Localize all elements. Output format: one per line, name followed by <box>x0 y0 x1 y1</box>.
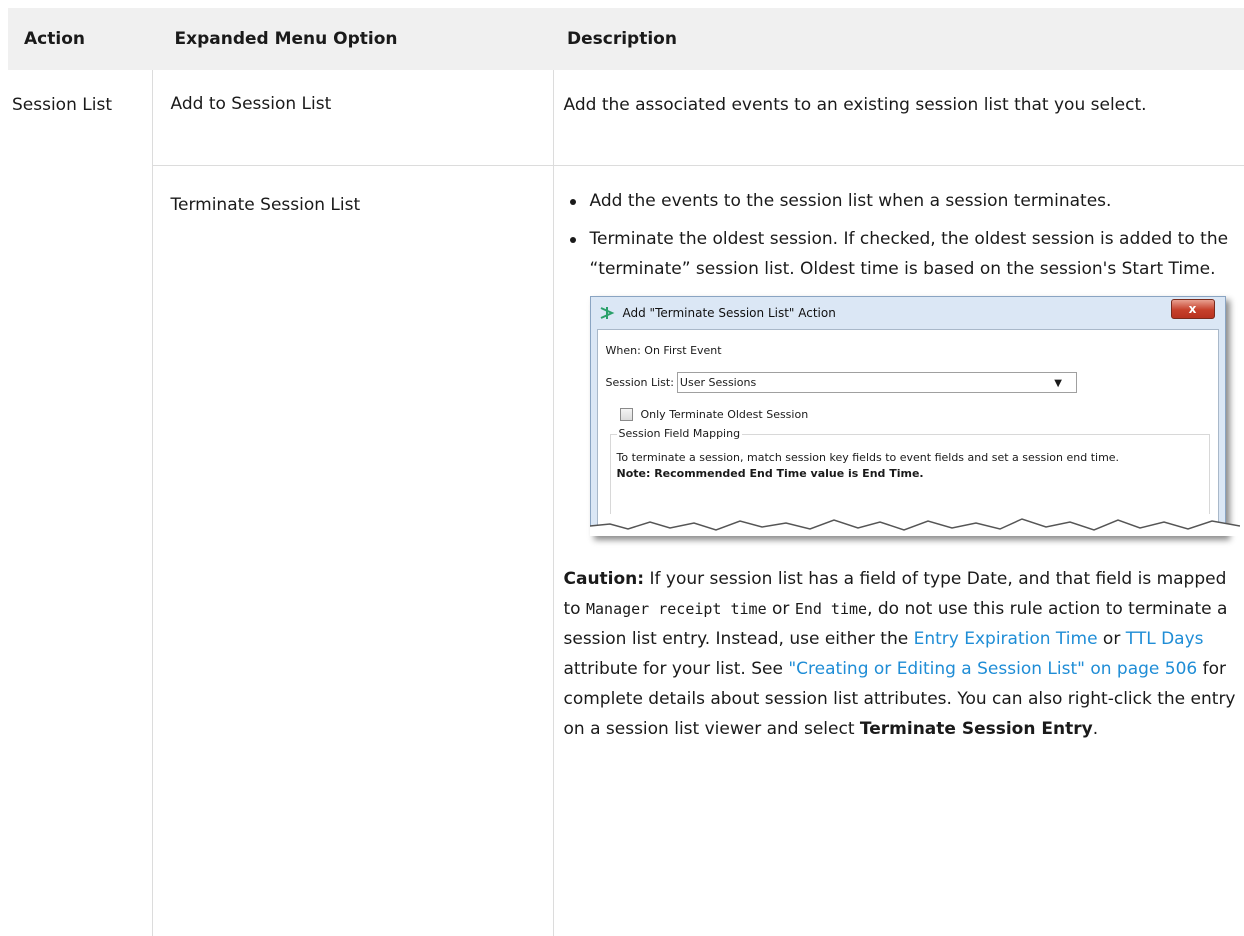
list-item: Terminate the oldest session. If checked… <box>569 224 1237 284</box>
header-expanded-menu-option: Expanded Menu Option <box>151 8 553 70</box>
actions-table: Action Expanded Menu Option Description … <box>8 8 1244 936</box>
description-cell: Add the associated events to an existing… <box>553 70 1244 166</box>
close-icon[interactable]: x <box>1170 298 1215 319</box>
option-name: Add to Session List <box>170 94 332 114</box>
header-description: Description <box>553 8 1244 70</box>
list-item: Add the events to the session list when … <box>569 186 1237 216</box>
session-list-select[interactable]: User Sessions ▼ <box>676 372 1077 393</box>
group-text: To terminate a session, match session ke… <box>616 450 1120 464</box>
bullet-list: Add the events to the session list when … <box>564 186 1237 284</box>
torn-edge <box>589 517 1240 536</box>
option-cell: Terminate Session List <box>152 165 554 936</box>
dialog-body: When: On First Event Session List: User … <box>596 328 1219 535</box>
caution-paragraph: Caution: If your session list has a fiel… <box>563 568 1236 739</box>
sparkle-icon <box>599 305 615 321</box>
session-list-row: Session List: User Sessions ▼ <box>606 370 1210 396</box>
option-cell: Add to Session List <box>152 70 554 166</box>
group-note: Note: Recommended End Time value is End … <box>616 466 924 480</box>
session-list-label: Session List: <box>605 375 674 389</box>
link-ttl-days[interactable]: TTL Days <box>1126 629 1204 649</box>
code-manager-receipt-time: Manager receipt time <box>585 599 767 618</box>
checkbox-row: Only Terminate Oldest Session <box>606 402 1210 428</box>
table-row: Terminate Session List Add the events to… <box>8 165 1244 936</box>
terminate-session-list-dialog: Add "Terminate Session List" Action x Wh… <box>589 295 1226 536</box>
table-header-row: Action Expanded Menu Option Description <box>8 8 1244 70</box>
action-name: Session List <box>12 95 112 115</box>
code-end-time: End time <box>794 599 868 618</box>
dialog-screenshot: Add "Terminate Session List" Action x Wh… <box>589 295 1240 536</box>
oldest-session-checkbox[interactable] <box>619 408 633 421</box>
chevron-down-icon: ▼ <box>1054 378 1062 389</box>
header-action: Action <box>8 8 152 70</box>
bullet-icon <box>569 236 576 243</box>
dialog-title: Add "Terminate Session List" Action <box>622 305 836 320</box>
bullet-icon <box>569 198 576 205</box>
document-page: Action Expanded Menu Option Description … <box>0 0 1244 936</box>
table-row: Session List Add to Session List Add the… <box>8 70 1244 936</box>
option-name: Terminate Session List <box>170 194 361 215</box>
group-legend: Session Field Mapping <box>616 426 743 441</box>
when-row: When: On First Event <box>606 338 1210 364</box>
session-field-mapping-group: Session Field Mapping To terminate a ses… <box>609 426 1210 514</box>
description-text: Add the associated events to an existing… <box>563 95 1147 115</box>
link-creating-editing-session-list[interactable]: "Creating or Editing a Session List" on … <box>788 659 1197 679</box>
checkbox-label: Only Terminate Oldest Session <box>640 407 809 421</box>
dialog-title-bar: Add "Terminate Session List" Action <box>591 297 1225 329</box>
action-cell: Session List <box>8 70 153 936</box>
description-cell: Add the events to the session list when … <box>553 165 1244 936</box>
when-label: When: On First Event <box>605 343 722 357</box>
link-entry-expiration-time[interactable]: Entry Expiration Time <box>914 629 1098 649</box>
